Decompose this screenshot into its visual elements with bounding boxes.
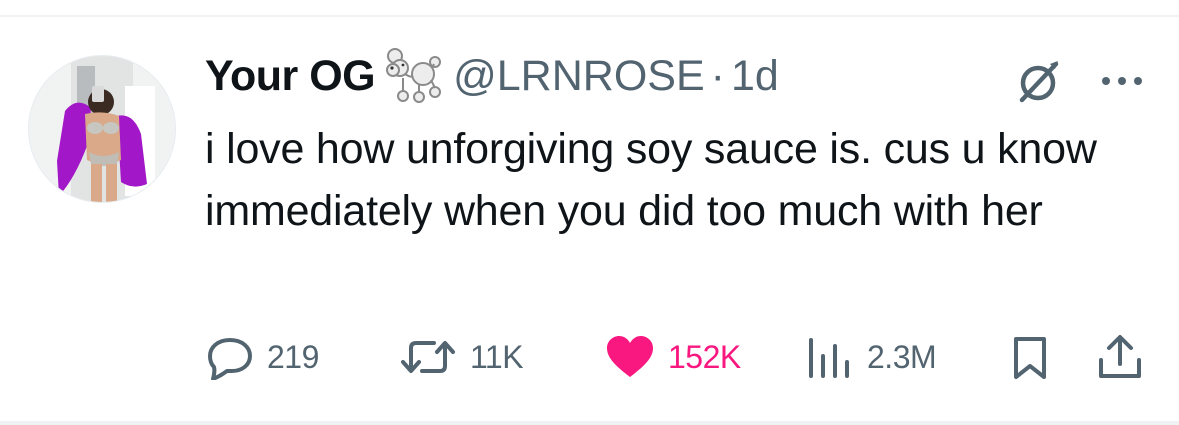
reply-icon — [208, 338, 252, 380]
reply-count: 219 — [267, 338, 319, 375]
repost-icon — [401, 341, 455, 373]
bookmark-button[interactable] — [1010, 332, 1050, 382]
views-count: 2.3M — [867, 338, 937, 375]
more-icon[interactable] — [1098, 66, 1146, 96]
like-count: 152K — [668, 338, 741, 375]
display-name[interactable]: Your OG — [205, 52, 376, 101]
repost-button[interactable]: 11K — [398, 332, 524, 382]
repost-count: 11K — [470, 338, 524, 375]
poodle-icon — [386, 48, 442, 103]
tweet-text: i love how unforgiving soy sauce is. cus… — [205, 125, 1097, 235]
handle[interactable]: @LRNROSE — [453, 52, 705, 101]
avatar-photo — [29, 56, 175, 202]
tweet-header: Your OG @LRNROSE · 1d — [205, 48, 779, 104]
share-button[interactable] — [1095, 332, 1145, 382]
like-button[interactable]: 152K — [604, 332, 741, 382]
bookmark-icon — [1014, 337, 1046, 379]
bottom-divider — [0, 421, 1179, 425]
grok-icon[interactable] — [1012, 54, 1066, 108]
avatar[interactable] — [28, 55, 176, 203]
timestamp[interactable]: 1d — [731, 52, 779, 101]
heart-icon — [607, 336, 653, 377]
share-icon — [1099, 335, 1141, 378]
separator-dot: · — [710, 51, 725, 100]
reply-button[interactable]: 219 — [205, 332, 319, 382]
views-button[interactable]: 2.3M — [803, 332, 937, 382]
views-icon — [809, 338, 849, 378]
top-divider — [0, 15, 1179, 17]
